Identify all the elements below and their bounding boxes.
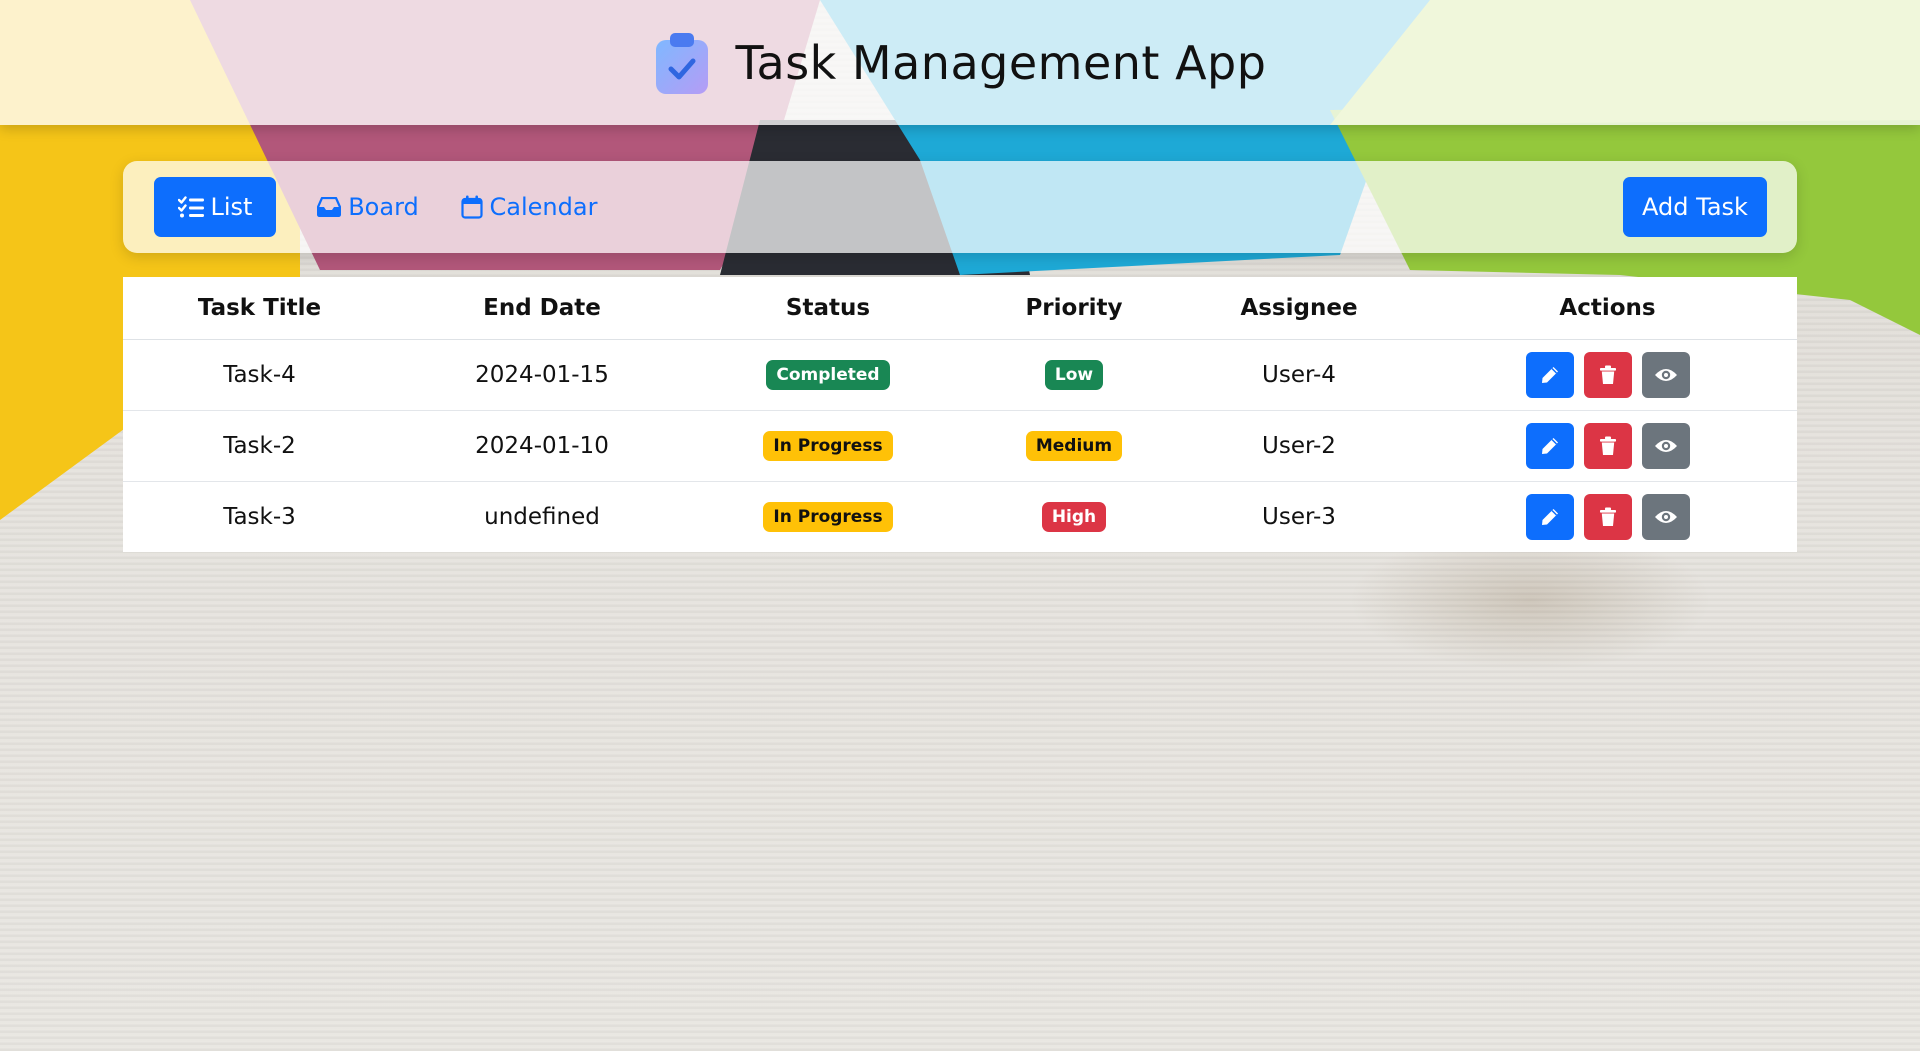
app-header: Task Management App [0,0,1920,125]
table-row: Task-4 2024-01-15 Completed Low User-4 [123,339,1797,411]
header-task-title: Task Title [123,277,396,340]
header-status: Status [688,277,968,340]
pencil-icon [1541,438,1558,454]
task-title-cell: Task-3 [223,504,296,530]
assignee-cell: User-2 [1180,410,1418,482]
delete-task-button[interactable] [1583,494,1632,540]
status-badge: In Progress [763,502,893,532]
add-task-button[interactable]: Add Task [1623,177,1767,237]
priority-badge: Medium [1025,431,1123,461]
header-assignee: Assignee [1180,277,1418,340]
status-badge: In Progress [763,431,893,461]
status-badge: Completed [766,360,890,390]
trash-icon [1599,365,1616,384]
task-title-cell: Task-2 [123,410,396,482]
row-actions [1418,494,1797,540]
eye-icon [1654,440,1677,452]
end-date-cell: undefined [484,504,600,530]
header-priority: Priority [968,277,1180,340]
header-actions: Actions [1418,277,1797,340]
task-table: Task Title End Date Status Priority Assi… [123,277,1797,552]
app-title: Task Management App [735,35,1267,90]
calendar-icon [460,195,483,219]
table-header-row: Task Title End Date Status Priority Assi… [123,277,1797,340]
priority-badge: High [1041,502,1107,532]
header-end-date: End Date [396,277,688,340]
pencil-icon [1541,367,1558,383]
trash-icon [1599,436,1616,455]
clipboard-check-icon [654,32,710,94]
delete-task-button[interactable] [1583,352,1632,398]
row-actions [1418,352,1797,398]
end-date-cell: 2024-01-15 [396,339,688,411]
inbox-icon [317,197,342,217]
list-view-button[interactable]: List [154,177,276,237]
view-task-button[interactable] [1641,494,1690,540]
table-row: Task-3 undefined In Progress High User-3 [123,482,1797,553]
board-view-button[interactable]: Board [298,177,438,237]
assignee-cell: User-3 [1262,504,1336,530]
assignee-cell: User-4 [1180,339,1418,411]
list-view-label: List [210,193,253,221]
end-date-cell: 2024-01-10 [396,410,688,482]
eye-icon [1654,369,1677,381]
list-check-icon [177,196,204,218]
task-title-cell: Task-4 [123,339,396,411]
eye-icon [1654,511,1677,523]
calendar-view-label: Calendar [489,193,598,221]
view-task-button[interactable] [1641,423,1690,469]
view-task-button[interactable] [1641,352,1690,398]
delete-task-button[interactable] [1583,423,1632,469]
priority-badge: Low [1044,360,1104,390]
board-view-label: Board [348,193,419,221]
pencil-icon [1541,509,1558,525]
edit-task-button[interactable] [1525,423,1574,469]
edit-task-button[interactable] [1525,494,1574,540]
trash-icon [1599,507,1616,526]
view-toolbar: List Board Calendar Add Task [123,161,1797,253]
calendar-view-button[interactable]: Calendar [437,177,621,237]
row-actions [1418,423,1797,469]
table-row: Task-2 2024-01-10 In Progress Medium Use… [123,410,1797,482]
edit-task-button[interactable] [1525,352,1574,398]
